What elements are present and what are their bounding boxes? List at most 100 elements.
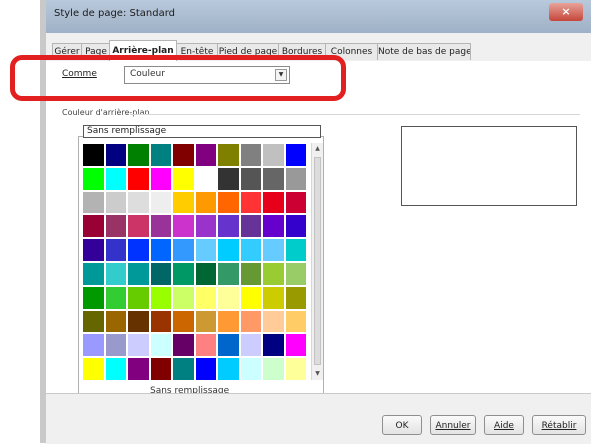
color-swatch[interactable] [239,214,262,239]
color-swatch[interactable] [194,190,217,215]
color-swatch[interactable] [194,262,217,286]
color-swatch[interactable] [149,333,172,358]
color-swatch[interactable] [217,285,240,310]
color-swatch[interactable] [104,238,127,262]
color-swatch[interactable] [284,190,307,215]
color-swatch[interactable] [104,190,127,215]
color-swatch[interactable] [217,262,240,286]
color-swatch[interactable] [284,357,307,381]
color-swatch[interactable] [82,238,105,262]
color-swatch[interactable] [82,214,105,239]
color-swatch[interactable] [149,357,172,381]
color-swatch[interactable] [217,143,240,167]
color-swatch[interactable] [127,166,150,191]
color-swatch[interactable] [172,285,195,310]
color-swatch[interactable] [262,238,285,262]
color-swatch[interactable] [284,262,307,286]
color-swatch[interactable] [149,214,172,239]
color-swatch[interactable] [104,214,127,239]
color-swatch[interactable] [217,238,240,262]
color-swatch[interactable] [217,166,240,191]
color-swatch[interactable] [172,357,195,381]
color-swatch[interactable] [239,262,262,286]
color-swatch[interactable] [127,190,150,215]
color-swatch[interactable] [262,262,285,286]
color-swatch[interactable] [82,166,105,191]
color-swatch[interactable] [172,190,195,215]
color-swatch[interactable] [82,262,105,286]
color-swatch[interactable] [284,143,307,167]
color-swatch[interactable] [239,309,262,334]
color-swatch[interactable] [104,166,127,191]
color-swatch[interactable] [217,333,240,358]
color-swatch[interactable] [127,214,150,239]
color-swatch[interactable] [239,285,262,310]
color-swatch[interactable] [239,357,262,381]
color-swatch[interactable] [262,214,285,239]
color-swatch[interactable] [172,309,195,334]
color-swatch[interactable] [262,166,285,191]
color-swatch[interactable] [172,333,195,358]
color-swatch[interactable] [82,143,105,167]
color-swatch[interactable] [149,285,172,310]
color-swatch[interactable] [172,143,195,167]
color-swatch[interactable] [284,214,307,239]
color-swatch[interactable] [127,333,150,358]
color-swatch[interactable] [262,285,285,310]
color-swatch[interactable] [172,262,195,286]
color-swatch[interactable] [262,357,285,381]
color-swatch[interactable] [82,190,105,215]
color-swatch[interactable] [217,190,240,215]
color-swatch[interactable] [194,309,217,334]
color-swatch[interactable] [127,238,150,262]
color-swatch[interactable] [239,190,262,215]
color-swatch[interactable] [194,238,217,262]
cancel-button[interactable]: Annuler [430,415,476,435]
color-swatch[interactable] [149,190,172,215]
color-swatch[interactable] [194,143,217,167]
color-swatch[interactable] [149,143,172,167]
color-swatch[interactable] [149,262,172,286]
color-swatch[interactable] [239,238,262,262]
color-swatch[interactable] [149,166,172,191]
ok-button[interactable]: OK [382,415,422,435]
color-swatch[interactable] [104,309,127,334]
title-bar[interactable]: Style de page: Standard × [46,0,591,33]
color-swatch[interactable] [104,143,127,167]
color-swatch[interactable] [284,166,307,191]
color-swatch[interactable] [194,357,217,381]
color-swatch[interactable] [262,143,285,167]
color-swatch[interactable] [217,357,240,381]
color-swatch[interactable] [262,190,285,215]
color-swatch[interactable] [194,166,217,191]
color-swatch[interactable] [127,357,150,381]
color-swatch[interactable] [194,214,217,239]
color-swatch[interactable] [149,238,172,262]
color-swatch[interactable] [284,285,307,310]
color-swatch[interactable] [239,143,262,167]
color-swatch[interactable] [172,214,195,239]
scroll-up-icon[interactable]: ▲ [313,144,322,154]
color-swatch[interactable] [239,166,262,191]
help-button[interactable]: Aide [484,415,524,435]
color-swatch[interactable] [127,262,150,286]
color-swatch[interactable] [104,262,127,286]
close-button[interactable]: × [549,3,583,21]
color-swatch[interactable] [284,309,307,334]
no-fill-field[interactable]: Sans remplissage [83,125,321,138]
color-swatch[interactable] [127,143,150,167]
palette-scrollbar[interactable]: ▲ ▼ [311,143,323,380]
color-swatch[interactable] [239,333,262,358]
color-swatch[interactable] [82,357,105,381]
color-swatch[interactable] [104,357,127,381]
color-swatch[interactable] [284,333,307,358]
color-swatch[interactable] [284,238,307,262]
color-swatch[interactable] [82,333,105,358]
color-swatch[interactable] [149,309,172,334]
color-swatch[interactable] [262,309,285,334]
scroll-thumb[interactable] [314,157,321,365]
color-swatch[interactable] [104,285,127,310]
reset-button[interactable]: Rétablir [532,415,586,435]
color-swatch[interactable] [217,309,240,334]
color-swatch[interactable] [127,285,150,310]
